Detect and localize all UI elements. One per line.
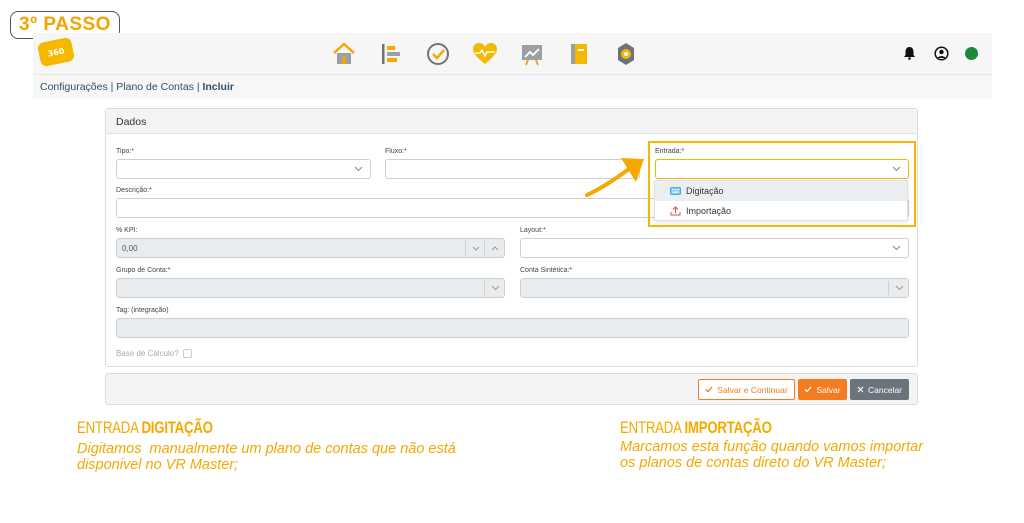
chevron-down-icon bbox=[887, 239, 905, 257]
annotation-left-text: Digitamos manualmente um plano de contas… bbox=[77, 441, 456, 473]
notebook-icon[interactable] bbox=[564, 39, 594, 69]
cancel-button[interactable]: Cancelar bbox=[850, 379, 909, 400]
upload-icon bbox=[670, 206, 681, 216]
chart-icon[interactable] bbox=[517, 39, 547, 69]
close-icon bbox=[857, 386, 864, 393]
layout-select[interactable] bbox=[520, 238, 909, 258]
save-label: Salvar bbox=[816, 384, 841, 395]
descricao-label: Descrição:* bbox=[116, 187, 152, 194]
grupo-conta-select[interactable] bbox=[116, 278, 505, 298]
main-nav bbox=[329, 39, 641, 69]
conta-sintetica-label: Conta Sintética:* bbox=[520, 267, 573, 274]
tipo-label: Tipo:* bbox=[116, 148, 135, 155]
option-label: Importação bbox=[686, 206, 732, 216]
pointer-arrow-icon bbox=[585, 158, 644, 197]
annotation-right-line-2: os planos de contas direto do VR Master; bbox=[620, 455, 886, 471]
bell-icon[interactable] bbox=[901, 45, 917, 61]
status-online-icon bbox=[965, 46, 978, 60]
save-button[interactable]: Salvar bbox=[798, 379, 847, 400]
breadcrumb-path[interactable]: Configurações | Plano de Contas | bbox=[40, 81, 202, 93]
user-icon[interactable] bbox=[933, 45, 949, 61]
annotation-right-text: Marcamos esta função quando vamos import… bbox=[620, 439, 923, 471]
kpi-increment-button[interactable] bbox=[486, 239, 504, 257]
annotation-right-title-a: ENTRADA bbox=[620, 418, 685, 437]
list-icon[interactable] bbox=[376, 39, 406, 69]
annotation-left-line-2: disponivel no VR Master; bbox=[77, 457, 239, 473]
annotation-right-title: ENTRADA IMPORTAÇÃO bbox=[620, 418, 772, 438]
tipo-select[interactable] bbox=[116, 159, 371, 179]
base-calculo-label: Base de Cálculo? bbox=[116, 349, 179, 358]
chevron-down-icon bbox=[486, 279, 504, 297]
layout-label: Layout:* bbox=[520, 227, 546, 234]
annotation-right-line-1: Marcamos esta função quando vamos import… bbox=[620, 439, 924, 455]
header-right bbox=[901, 45, 978, 61]
logo-text: 360 bbox=[46, 45, 66, 59]
base-calculo-row: Base de Cálculo? bbox=[116, 349, 192, 358]
panel-title: Dados bbox=[106, 109, 917, 134]
base-calculo-checkbox[interactable] bbox=[182, 349, 192, 358]
save-continue-label: Salvar e Continuar bbox=[717, 384, 788, 395]
entrada-option-importacao[interactable]: Importação bbox=[655, 201, 907, 221]
tag-label: Tag: (integração) bbox=[116, 307, 169, 314]
kpi-value: 0,00 bbox=[122, 244, 138, 253]
annotation-left-title-a: ENTRADA bbox=[77, 418, 142, 437]
grupo-conta-label: Grupo de Conta:* bbox=[116, 267, 171, 274]
breadcrumb: Configurações | Plano de Contas | Inclui… bbox=[33, 75, 992, 99]
entrada-dropdown: Digitação Importação bbox=[654, 180, 908, 221]
fluxo-label: Fluxo:* bbox=[385, 148, 407, 155]
app-logo[interactable]: 360 bbox=[36, 36, 76, 68]
keyboard-icon bbox=[670, 187, 681, 195]
annotation-left-title: ENTRADA DIGITAÇÃO bbox=[77, 418, 213, 438]
kpi-input[interactable]: 0,00 bbox=[116, 238, 505, 258]
heart-pulse-icon[interactable] bbox=[470, 39, 500, 69]
form-actions: Salvar e Continuar Salvar Cancelar bbox=[105, 373, 918, 405]
chevron-down-icon bbox=[349, 160, 367, 178]
chevron-down-icon bbox=[890, 279, 908, 297]
clock-icon[interactable] bbox=[423, 39, 453, 69]
kpi-label: % KPI: bbox=[116, 227, 138, 234]
save-continue-button[interactable]: Salvar e Continuar bbox=[698, 379, 795, 400]
top-navbar: 360 bbox=[33, 33, 992, 75]
annotation-right-title-b: IMPORTAÇÃO bbox=[684, 418, 772, 437]
kpi-decrement-button[interactable] bbox=[467, 239, 485, 257]
option-label: Digitação bbox=[686, 186, 724, 196]
home-icon[interactable] bbox=[329, 39, 359, 69]
breadcrumb-current: Incluir bbox=[202, 81, 234, 93]
check-icon bbox=[705, 386, 713, 393]
tag-input[interactable] bbox=[116, 318, 909, 338]
entrada-option-digitacao[interactable]: Digitação bbox=[655, 181, 907, 201]
conta-sintetica-select[interactable] bbox=[520, 278, 909, 298]
cancel-label: Cancelar bbox=[867, 384, 903, 395]
settings-icon[interactable] bbox=[611, 39, 641, 69]
check-icon bbox=[804, 386, 812, 393]
annotation-left-line-1: Digitamos manualmente um plano de contas… bbox=[77, 441, 456, 457]
annotation-left-title-b: DIGITAÇÃO bbox=[141, 418, 213, 437]
